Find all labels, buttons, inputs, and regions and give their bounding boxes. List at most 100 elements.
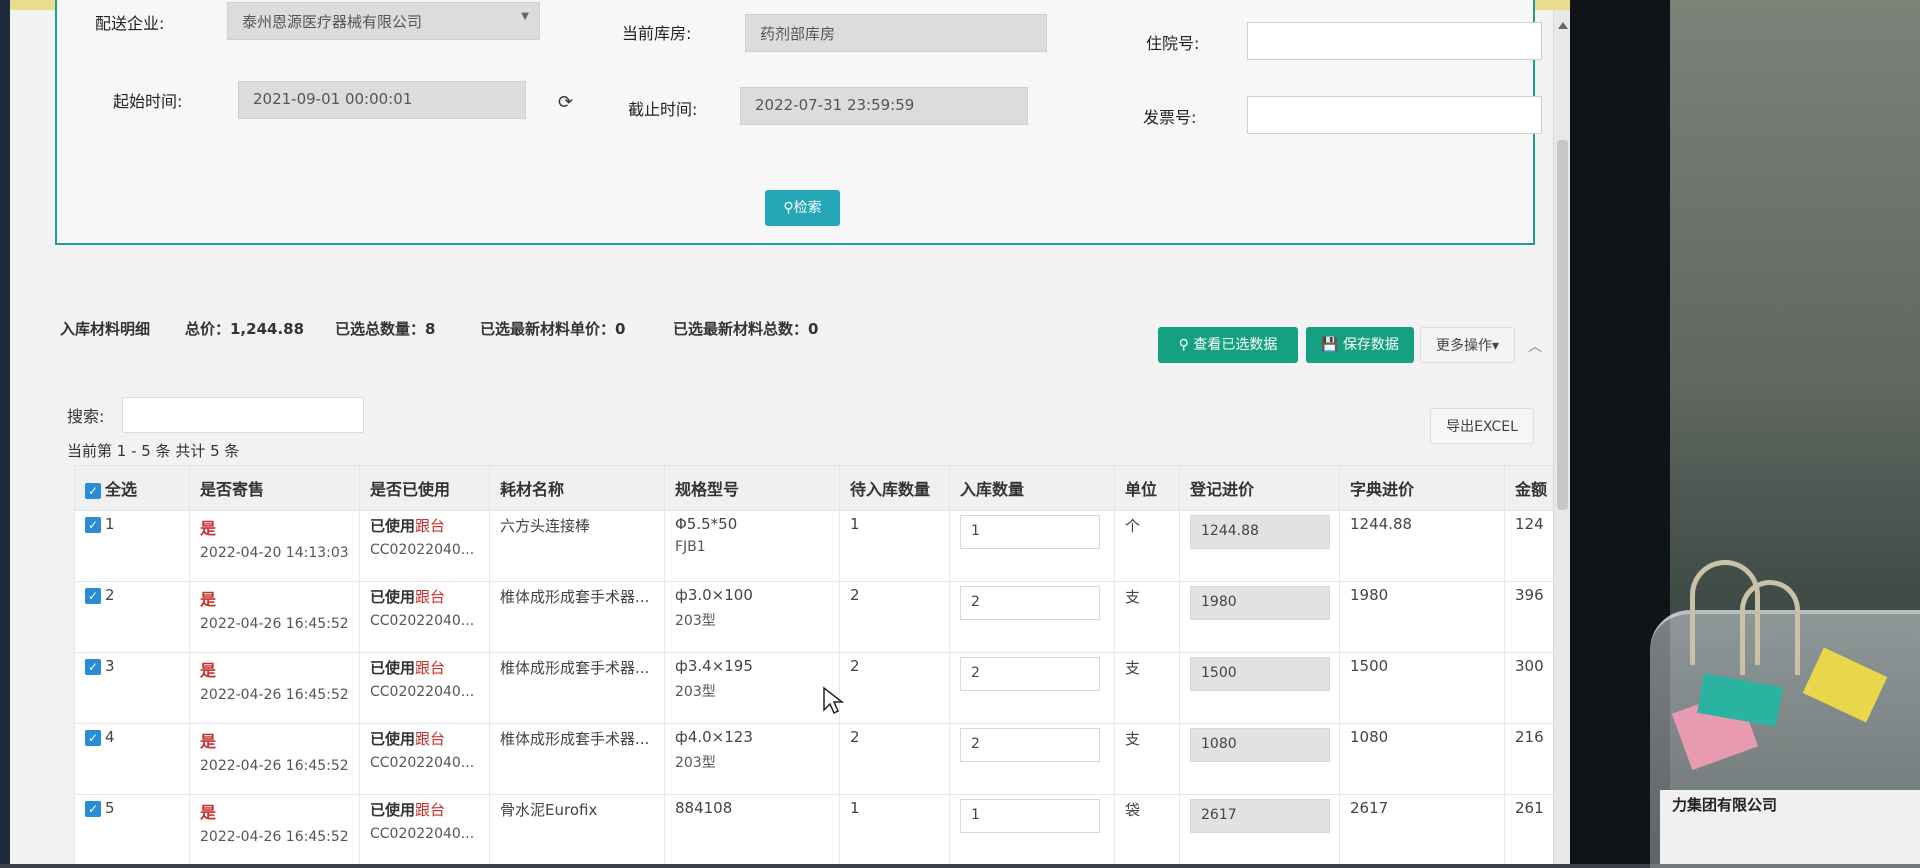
in-qty-cell: 2 [949,723,1115,795]
col-used: 是否已使用 [359,465,490,511]
unit-cell: 支 [1114,723,1180,795]
follow-flag: 跟台 [415,517,446,535]
unit-cell: 袋 [1114,794,1180,864]
row-checkbox[interactable]: ✓ [85,658,101,675]
select-all-header[interactable]: ✓ 全选 [74,465,190,511]
view-selected-button[interactable]: ⚲ 查看已选数据 [1158,327,1298,363]
jar-label: 力集团有限公司 [1660,790,1920,864]
start-time-value: 2021-09-01 00:00:01 [253,90,413,108]
row-select-cell[interactable]: ✓ 2 [74,581,190,653]
consign-time: 2022-04-26 16:45:52 [200,829,349,845]
consign-flag: 是 [200,661,217,680]
scroll-up-arrow-icon[interactable] [1558,22,1568,29]
reg-price-input[interactable]: 1500 [1190,657,1330,691]
material-code: CC02022040... [370,542,475,558]
reg-price-input[interactable]: 2617 [1190,799,1330,833]
mouse-cursor-icon [823,686,844,715]
used-flag: 已使用 [370,730,416,748]
follow-flag: 跟台 [415,659,446,677]
invoice-no-input[interactable] [1247,96,1542,134]
delivery-company-select[interactable]: 泰州恩源医疗器械有限公司 ▼ [227,2,540,40]
pending-qty-cell: 2 [839,581,950,653]
reg-price-cell: 1080 [1179,723,1340,795]
in-qty-input[interactable]: 2 [960,657,1100,691]
save-data-button[interactable]: 💾 保存数据 [1306,327,1414,363]
used-cell: 已使用跟台 CC02022040... [359,723,490,795]
end-time-input[interactable]: 2022-07-31 23:59:59 [740,87,1028,125]
chevron-down-icon: ▼ [521,11,529,22]
reg-price-cell: 1500 [1179,652,1340,724]
end-time-value: 2022-07-31 23:59:59 [755,96,915,114]
spec-cell: 884108 [664,794,840,864]
table-row[interactable]: ✓ 2 是 2022-04-26 16:45:52 已使用跟台 CC02022040.… [74,581,1570,653]
reg-price-input[interactable]: 1080 [1190,728,1330,762]
row-select-cell[interactable]: ✓ 5 [74,794,190,864]
consign-cell: 是 2022-04-20 14:13:03 [189,510,360,582]
dict-price-cell: 2617 [1339,794,1505,864]
table-row[interactable]: ✓ 5 是 2022-04-26 16:45:52 已使用跟台 CC02022040.… [74,794,1570,864]
vertical-scrollbar[interactable] [1553,10,1570,864]
current-warehouse-label: 当前库房: [622,24,692,43]
save-data-label: 保存数据 [1342,337,1399,353]
hospital-no-input[interactable] [1247,22,1542,60]
selected-new-total: 已选最新材料总数：0 [673,320,819,338]
in-qty-input[interactable]: 1 [960,799,1100,833]
reg-price-input[interactable]: 1244.88 [1190,515,1330,549]
row-checkbox[interactable]: ✓ [85,516,101,533]
reg-price-input[interactable]: 1980 [1190,586,1330,620]
hospital-no-label: 住院号: [1146,34,1200,53]
row-checkbox[interactable]: ✓ [85,587,101,604]
col-in-qty: 入库数量 [949,465,1115,511]
search-icon: ⚲ [783,200,794,216]
consign-cell: 是 2022-04-26 16:45:52 [189,581,360,653]
in-qty-input[interactable]: 2 [960,728,1100,762]
row-select-cell[interactable]: ✓ 1 [74,510,190,582]
consign-cell: 是 2022-04-26 16:45:52 [189,652,360,724]
table-search-input[interactable] [122,397,364,433]
start-time-input[interactable]: 2021-09-01 00:00:01 [238,81,526,119]
consign-time: 2022-04-26 16:45:52 [200,687,349,703]
in-qty-input[interactable]: 1 [960,515,1100,549]
pending-qty-cell: 2 [839,723,950,795]
view-selected-label: 查看已选数据 [1193,337,1278,353]
more-ops-dropdown[interactable]: 更多操作▾ [1420,327,1515,363]
search-button[interactable]: ⚲检索 [765,190,840,226]
consign-flag: 是 [200,732,217,751]
in-qty-cell: 1 [949,510,1115,582]
table-header-row: ✓ 全选 是否寄售 是否已使用 耗材名称 规格型号 待入库数量 入库数量 单位 登… [74,465,1570,511]
name-cell: 骨水泥Eurofix [489,794,665,864]
consign-time: 2022-04-26 16:45:52 [200,758,349,774]
current-warehouse-value: 药剂部库房 [760,25,836,43]
material-code: CC02022040... [370,684,475,700]
select-all-checkbox[interactable]: ✓ [85,482,101,499]
table-row[interactable]: ✓ 4 是 2022-04-26 16:45:52 已使用跟台 CC02022040.… [74,723,1570,795]
dict-price-cell: 1244.88 [1339,510,1505,582]
select-all-label: 全选 [105,480,138,499]
row-checkbox[interactable]: ✓ [85,729,101,746]
table-search-label: 搜索: [67,407,105,426]
name-cell: 椎体成形成套手术器... [489,652,665,724]
used-cell: 已使用跟台 CC02022040... [359,581,490,653]
current-warehouse-field[interactable]: 药剂部库房 [745,14,1047,52]
spec-line1: 884108 [675,799,733,817]
table-row[interactable]: ✓ 1 是 2022-04-20 14:13:03 已使用跟台 CC02022040.… [74,510,1570,582]
start-time-label: 起始时间: [113,92,183,111]
in-qty-input[interactable]: 2 [960,586,1100,620]
refresh-icon[interactable]: ⟳ [558,92,573,113]
export-excel-button[interactable]: 导出EXCEL [1430,408,1534,444]
delivery-company-value: 泰州恩源医疗器械有限公司 [242,13,423,31]
collapse-icon[interactable]: ︿ [1528,336,1542,356]
row-checkbox[interactable]: ✓ [85,800,101,817]
search-icon: ⚲ [1178,337,1194,353]
row-select-cell[interactable]: ✓ 4 [74,723,190,795]
pager-info: 当前第 1 - 5 条 共计 5 条 [67,442,240,460]
col-reg-price: 登记进价 [1179,465,1340,511]
end-time-label: 截止时间: [628,100,698,119]
row-select-cell[interactable]: ✓ 3 [74,652,190,724]
scrollbar-thumb[interactable] [1557,140,1568,510]
spec-line2: 203型 [675,755,716,771]
consign-flag: 是 [200,590,217,609]
consign-cell: 是 2022-04-26 16:45:52 [189,794,360,864]
more-ops-label: 更多操作 [1435,338,1492,354]
in-qty-cell: 1 [949,794,1115,864]
